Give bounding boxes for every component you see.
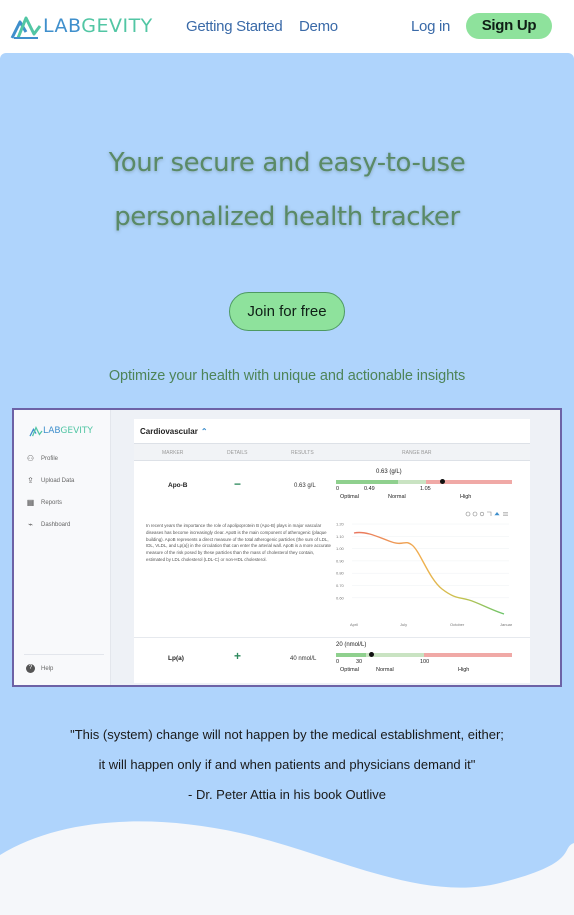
labgevity-logo-icon (29, 426, 43, 437)
x-tick-label: July (400, 622, 407, 627)
join-for-free-button[interactable]: Join for free (229, 292, 345, 331)
preview-menu-upload[interactable]: ⇪ Upload Data (26, 476, 74, 485)
y-tick-label: 0.60 (336, 595, 345, 600)
x-tick-label: January (500, 622, 512, 627)
column-header: RANGE BAR (402, 450, 432, 456)
range-tick: 0 (336, 659, 340, 665)
decorative-wave (0, 821, 574, 915)
y-tick-label: 0.70 (336, 583, 345, 588)
marker-apo-b: Apo-B (168, 482, 188, 489)
marker-lpa: Lp(a) (168, 655, 184, 662)
menu-icon (503, 512, 508, 516)
column-header: DETAILS (227, 450, 248, 456)
chart-y-axis: 1.20 1.10 1.00 0.90 0.80 0.70 0.60 (336, 522, 345, 601)
top-nav: LABGEVITY Getting Started Demo Log in Si… (0, 0, 574, 53)
quote-line1: "This (system) change will not happen by… (70, 727, 504, 742)
nav-getting-started-link[interactable]: Getting Started (186, 18, 283, 35)
range-tick: 0.49 (364, 486, 375, 492)
range-bar: 0.63 (g/L) 0 0.49 1.05 Optimal Normal Hi… (336, 469, 512, 503)
preview-menu-help[interactable]: ? Help (26, 664, 53, 673)
range-zone-label: High (458, 667, 470, 673)
zoom-out-icon (472, 511, 478, 517)
user-icon: ⚇ (26, 454, 35, 463)
y-tick-label: 0.90 (336, 558, 345, 563)
table-icon: ▦ (26, 498, 35, 507)
signup-button[interactable]: Sign Up (466, 13, 552, 39)
nav-login-link[interactable]: Log in (411, 18, 450, 35)
brand-name: LABGEVITY (43, 15, 153, 37)
range-tick: 30 (356, 659, 363, 665)
hero-headline-line2: personalized health tracker (114, 202, 460, 232)
range-marker (439, 479, 445, 484)
chart-icon: ⌁ (28, 520, 33, 529)
chart-toolbar[interactable] (465, 511, 508, 517)
range-title: 20 (nmol/L) (336, 642, 367, 648)
row-divider (134, 637, 530, 638)
landing-page: LABGEVITY Getting Started Demo Log in Si… (0, 0, 574, 915)
result-value: 40 nmol/L (290, 656, 317, 662)
range-high-segment (424, 653, 512, 657)
zoom-in-icon (465, 511, 471, 517)
chevron-up-icon: ⌃ (200, 427, 208, 436)
help-icon: ? (26, 664, 35, 673)
preview-cardiovascular-card: Cardiovascular ⌃ MARKER DETAILS RESULTS R… (134, 419, 530, 683)
y-tick-label: 1.00 (336, 546, 345, 551)
preview-main: Cardiovascular ⌃ MARKER DETAILS RESULTS R… (112, 410, 560, 685)
column-header: RESULTS (291, 450, 314, 456)
brand-logo[interactable]: LABGEVITY (10, 12, 153, 40)
range-optimal-segment (336, 480, 398, 484)
expand-toggle-button[interactable]: + (234, 649, 241, 663)
hero-section: Your secure and easy-to-use personalized… (0, 53, 574, 915)
range-normal-segment (366, 653, 424, 657)
range-zone-label: High (460, 494, 472, 500)
app-preview: LABGEVITY ⚇ Profile ⇪ Upload Data ▦ Reports… (12, 408, 562, 687)
range-tick: 0 (336, 486, 340, 492)
range-tick: 1.05 (420, 486, 431, 492)
x-tick-label: October (450, 622, 465, 627)
hero-headline-line1: Your secure and easy-to-use (108, 148, 466, 178)
labgevity-logo-icon (10, 16, 42, 39)
preview-sidebar-divider (24, 654, 104, 655)
nav-demo-link[interactable]: Demo (299, 18, 338, 35)
chart-grid (352, 523, 509, 599)
marker-description: In recent years the importance the role … (146, 523, 331, 562)
range-high-segment (426, 480, 512, 484)
preview-section-title[interactable]: Cardiovascular ⌃ (140, 427, 208, 436)
quote-line2: it will happen only if and when patients… (98, 757, 476, 772)
collapse-toggle-button[interactable]: − (234, 477, 241, 491)
home-icon (494, 512, 500, 516)
range-zone-label: Normal (388, 494, 406, 500)
y-tick-label: 1.10 (336, 534, 345, 539)
range-zone-label: Optimal (340, 667, 359, 673)
preview-table-header: MARKER DETAILS RESULTS RANGE BAR (134, 443, 530, 461)
range-tick: 100 (420, 659, 430, 665)
range-normal-segment (398, 480, 426, 484)
y-tick-label: 1.20 (336, 522, 345, 527)
pan-icon (487, 511, 492, 516)
range-bar: 20 (nmol/L) 0 30 100 Optimal Normal High (336, 642, 512, 676)
upload-icon: ⇪ (27, 476, 34, 485)
preview-brand-name: LABGEVITY (43, 426, 93, 436)
range-zone-label: Optimal (340, 494, 359, 500)
y-tick-label: 0.80 (336, 571, 345, 576)
range-zone-label: Normal (376, 667, 394, 673)
search-icon (479, 511, 485, 517)
range-title: 0.63 (g/L) (376, 469, 402, 475)
range-optimal-segment (336, 653, 366, 657)
preview-brand-logo: LABGEVITY (29, 425, 93, 437)
x-tick-label: April (350, 622, 358, 627)
column-header: MARKER (162, 450, 184, 456)
hero-tagline: Optimize your health with unique and act… (108, 368, 466, 384)
chart-x-axis: April July October January (350, 622, 512, 627)
preview-sidebar: LABGEVITY ⚇ Profile ⇪ Upload Data ▦ Reports… (14, 410, 111, 685)
preview-menu-dashboard[interactable]: ⌁ Dashboard (26, 520, 70, 529)
result-value: 0.63 g/L (294, 483, 316, 489)
trend-chart: 1.20 1.10 1.00 0.90 0.80 0.70 0.60 April July Oc… (336, 511, 512, 627)
preview-menu-reports[interactable]: ▦ Reports (26, 498, 62, 507)
preview-menu-profile[interactable]: ⚇ Profile (26, 454, 58, 463)
